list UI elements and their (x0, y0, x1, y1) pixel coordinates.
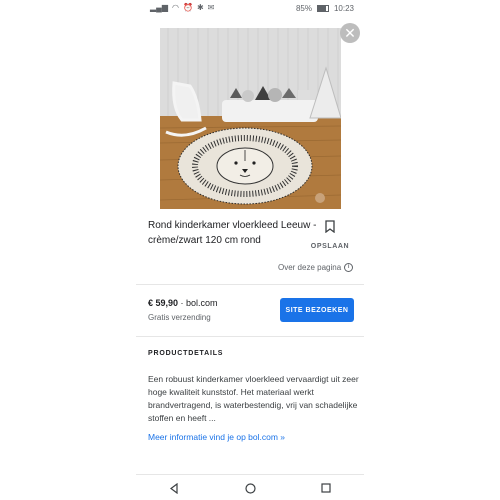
back-button[interactable] (164, 478, 184, 498)
battery-percent: 85% (295, 3, 312, 13)
shipping-info: Gratis verzending (148, 313, 211, 322)
save-button[interactable]: OPSLAAN (305, 220, 355, 253)
product-description: Een robuust kinderkamer vloerkleed verva… (148, 374, 359, 423)
close-icon: ✕ (344, 25, 356, 41)
home-button[interactable] (240, 478, 260, 498)
bookmark-icon (325, 220, 335, 233)
mail-icon: ✉ (207, 3, 215, 12)
more-info-link[interactable]: Meer informatie vind je op bol.com » (148, 432, 285, 442)
divider (136, 284, 364, 285)
alarm-icon: ⏰ (182, 3, 193, 12)
save-label: OPSLAAN (310, 243, 350, 250)
price-line: € 59,90 · bol.com (148, 298, 218, 308)
signal-icon: ▂▄▆ (150, 3, 168, 12)
clock: 10:23 (333, 3, 354, 13)
divider (136, 474, 364, 475)
wifi-icon: ◠ (171, 3, 179, 12)
info-icon: i (344, 263, 354, 272)
home-icon (244, 482, 256, 494)
back-icon (170, 482, 178, 494)
status-icons-right: 85% 10:23 (296, 4, 354, 13)
price-separator: · (178, 298, 187, 308)
about-label: Over deze pagina (278, 263, 342, 272)
recents-button[interactable] (316, 478, 336, 498)
navigation-bar (136, 476, 364, 500)
price: € 59,90 (148, 298, 179, 308)
product-title: Rond kinderkamer vloerkleed Leeuw - crèm… (148, 220, 317, 246)
recents-icon (321, 483, 331, 493)
status-icons-left: ▂▄▆ ◠ ⏰ ✱ ✉ (150, 4, 214, 12)
about-this-page-link[interactable]: Over deze pagina i (278, 263, 354, 272)
visit-site-button[interactable]: SITE BEZOEKEN (280, 298, 354, 322)
divider (136, 336, 364, 337)
bluetooth-icon: ✱ (196, 3, 204, 12)
battery-icon (316, 4, 329, 12)
seller: bol.com (186, 298, 218, 308)
section-heading: PRODUCTDETAILS (148, 350, 224, 357)
status-bar: ▂▄▆ ◠ ⏰ ✱ ✉ 85% 10:23 (136, 0, 364, 16)
close-button[interactable]: ✕ (340, 23, 360, 43)
product-image (160, 28, 341, 209)
